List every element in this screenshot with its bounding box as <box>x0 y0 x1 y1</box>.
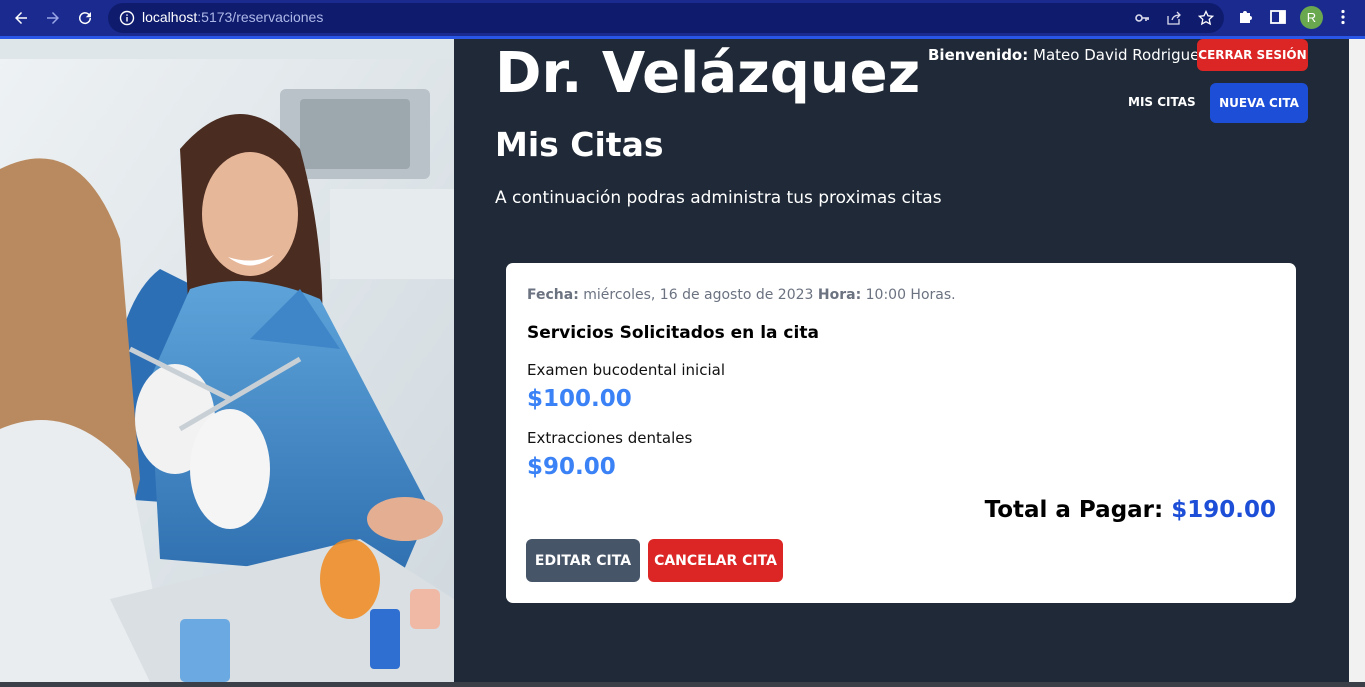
edit-appointment-button[interactable]: Editar Cita <box>526 539 640 582</box>
welcome-label: Bienvenido: <box>928 46 1029 64</box>
service-name: Examen bucodental inicial <box>527 361 725 379</box>
total-label: Total a Pagar: <box>984 497 1172 523</box>
service-price: $90.00 <box>527 454 616 480</box>
logout-button[interactable]: Cerrar Sesión <box>1197 39 1308 71</box>
brand-title: Dr. Velázquez <box>495 41 921 106</box>
kebab-menu-icon[interactable] <box>1334 8 1352 26</box>
address-bar[interactable]: localhost:5173/reservaciones <box>108 3 1224 33</box>
star-icon[interactable] <box>1198 10 1214 26</box>
browser-toolbar: localhost:5173/reservaciones R <box>0 0 1365 36</box>
date-label: Fecha: <box>527 287 579 303</box>
new-appointment-button[interactable]: Nueva Cita <box>1210 83 1308 123</box>
key-icon[interactable] <box>1134 10 1150 26</box>
page-content: Dr. Velázquez Bienvenido: Mateo David Ro… <box>0 39 1349 682</box>
url-host: localhost <box>142 9 198 25</box>
puzzle-icon[interactable] <box>1237 8 1255 26</box>
user-name: Mateo David Rodriguez <box>1028 46 1208 64</box>
time-value: 10:00 Horas. <box>861 287 956 303</box>
total-amount: $190.00 <box>1171 497 1276 523</box>
services-title: Servicios Solicitados en la cita <box>527 323 819 343</box>
appointment-card: Fecha: miércoles, 16 de agosto de 2023 H… <box>506 263 1296 603</box>
page-description: A continuación podras administra tus pro… <box>495 188 942 208</box>
url-text[interactable]: localhost:5173/reservaciones <box>142 9 323 25</box>
info-icon[interactable] <box>119 10 135 26</box>
vertical-scrollbar[interactable] <box>1349 39 1365 682</box>
profile-avatar[interactable]: R <box>1300 6 1323 29</box>
welcome-message: Bienvenido: Mateo David Rodriguez <box>928 46 1207 64</box>
hero-image <box>0 39 454 682</box>
side-panel-icon[interactable] <box>1269 8 1287 26</box>
nav-my-appointments[interactable]: Mis Citas <box>1128 95 1196 109</box>
date-value: miércoles, 16 de agosto de 2023 <box>578 287 818 303</box>
window-bottom-edge <box>0 682 1365 687</box>
forward-icon[interactable] <box>42 7 64 29</box>
service-name: Extracciones dentales <box>527 429 693 447</box>
appointment-meta: Fecha: miércoles, 16 de agosto de 2023 H… <box>527 287 956 303</box>
time-label: Hora: <box>817 287 862 303</box>
url-path: :5173/reservaciones <box>197 9 324 25</box>
reload-icon[interactable] <box>74 7 96 29</box>
share-icon[interactable] <box>1166 10 1182 26</box>
service-price: $100.00 <box>527 386 632 412</box>
page-title: Mis Citas <box>495 125 664 164</box>
back-icon[interactable] <box>10 7 32 29</box>
cancel-appointment-button[interactable]: Cancelar Cita <box>648 539 783 582</box>
total-to-pay: Total a Pagar: $190.00 <box>985 497 1276 523</box>
